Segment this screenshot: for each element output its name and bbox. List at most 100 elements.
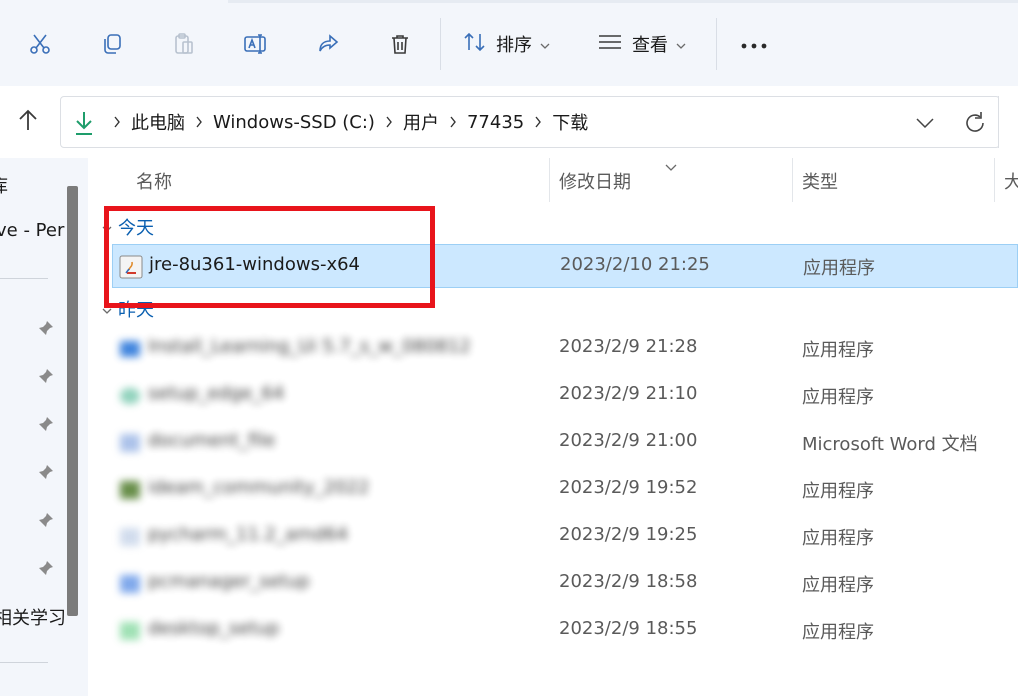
nav-item-onedrive[interactable]: ve - Per [0, 220, 64, 241]
chevron-down-icon [676, 35, 686, 54]
nav-divider [0, 662, 48, 663]
paste-button[interactable] [164, 24, 204, 64]
column-header-type[interactable]: 类型 [802, 168, 838, 194]
delete-button[interactable] [380, 24, 420, 64]
file-row[interactable]: setup_edge_64 2023/2/9 21:10 应用程序 [112, 374, 1018, 418]
installer-icon [118, 337, 142, 361]
sort-icon [462, 30, 488, 58]
sort-indicator-icon [664, 158, 678, 177]
pin-icon [38, 464, 54, 480]
file-name: document_file [148, 430, 276, 451]
installer-icon [118, 619, 142, 643]
installer-icon [118, 478, 142, 502]
breadcrumb-downloads[interactable]: 下载 [552, 109, 588, 135]
installer-icon [118, 384, 142, 408]
breadcrumb: 此电脑 Windows-SSD (C:) 用户 77435 下载 [103, 97, 588, 147]
view-icon [596, 30, 624, 58]
file-type: 应用程序 [802, 528, 874, 549]
breadcrumb-this-pc[interactable]: 此电脑 [131, 109, 185, 135]
nav-item-study[interactable]: 相关学习 [0, 604, 66, 630]
file-row[interactable]: pycharm_11.2_amd64 2023/2/9 19:25 应用程序 [112, 515, 1018, 559]
breadcrumb-drive[interactable]: Windows-SSD (C:) [213, 112, 375, 133]
file-name: pycharm_11.2_amd64 [148, 524, 349, 545]
copy-icon [92, 24, 132, 64]
file-row[interactable]: desktop_setup 2023/2/9 18:55 应用程序 [112, 609, 1018, 653]
more-icon [740, 35, 768, 54]
arrow-up-icon [17, 108, 39, 136]
refresh-icon [961, 112, 989, 141]
file-type: Microsoft Word 文档 [802, 434, 978, 455]
file-name: Install_Learning_Ui 5.7_s_w_080812 [148, 336, 471, 357]
view-button[interactable]: 查看 [596, 24, 686, 64]
file-date: 2023/2/9 19:25 [559, 524, 698, 545]
file-type: 应用程序 [802, 622, 874, 643]
file-name: setup_edge_64 [148, 383, 285, 404]
paste-icon [164, 24, 204, 64]
file-date: 2023/2/9 21:10 [559, 383, 698, 404]
breadcrumb-users[interactable]: 用户 [403, 109, 439, 135]
column-header-name[interactable]: 名称 [136, 168, 172, 194]
pin-icon [38, 320, 54, 336]
sort-label: 排序 [496, 35, 532, 56]
up-button[interactable] [10, 104, 46, 140]
file-date: 2023/2/9 21:28 [559, 336, 698, 357]
share-icon [308, 24, 348, 64]
file-date: 2023/2/9 18:58 [559, 571, 698, 592]
file-date: 2023/2/9 19:52 [559, 477, 698, 498]
file-type: 应用程序 [803, 258, 875, 279]
chevron-right-icon [439, 116, 467, 128]
chevron-down-icon [540, 35, 550, 54]
highlight-box [104, 206, 435, 308]
refresh-button[interactable] [961, 109, 989, 141]
file-date: 2023/2/9 18:55 [559, 618, 698, 639]
chevron-right-icon [375, 116, 403, 128]
address-bar[interactable]: 此电脑 Windows-SSD (C:) 用户 77435 下载 [60, 96, 1000, 148]
pin-icon [38, 512, 54, 528]
pin-icon [38, 416, 54, 432]
chevron-right-icon [524, 116, 552, 128]
share-button[interactable] [308, 24, 348, 64]
file-row[interactable]: pcmanager_setup 2023/2/9 18:58 应用程序 [112, 562, 1018, 606]
column-header-size[interactable]: 大 [1004, 168, 1018, 194]
chevron-right-icon [103, 116, 131, 128]
file-type: 应用程序 [802, 575, 874, 596]
column-divider[interactable] [994, 158, 995, 202]
breadcrumb-user[interactable]: 77435 [467, 112, 524, 133]
column-divider[interactable] [549, 158, 550, 202]
more-options-button[interactable] [734, 24, 774, 64]
sort-button[interactable]: 排序 [462, 24, 550, 64]
command-bar: 排序 查看 [0, 0, 1018, 86]
toolbar-divider [440, 18, 441, 70]
cut-icon [20, 24, 60, 64]
nav-scrollbar[interactable] [67, 186, 78, 616]
file-date: 2023/2/10 21:25 [560, 254, 710, 275]
copy-button[interactable] [92, 24, 132, 64]
delete-icon [380, 24, 420, 64]
address-history-button[interactable] [911, 109, 939, 141]
chevron-right-icon [185, 116, 213, 128]
file-type: 应用程序 [802, 481, 874, 502]
file-name: pcmanager_setup [148, 571, 310, 592]
tab-strip-edge [228, 0, 1018, 3]
rename-icon [236, 24, 276, 64]
column-divider[interactable] [792, 158, 793, 202]
file-row[interactable]: ideam_community_2022 2023/2/9 19:52 应用程序 [112, 468, 1018, 512]
file-type: 应用程序 [802, 340, 874, 361]
chevron-down-icon [911, 118, 939, 141]
file-name: desktop_setup [148, 618, 280, 639]
installer-icon [118, 525, 142, 549]
search-box-edge[interactable] [998, 96, 1018, 148]
rename-button[interactable] [236, 24, 276, 64]
nav-item-library[interactable]: 库 [0, 172, 8, 198]
column-header-date[interactable]: 修改日期 [559, 168, 631, 194]
nav-divider [0, 278, 48, 279]
navigation-pane: 库 ve - Per 相关学习 [0, 158, 88, 696]
toolbar-divider [716, 18, 717, 70]
file-row[interactable]: Install_Learning_Ui 5.7_s_w_080812 2023/… [112, 327, 1018, 371]
pin-icon [38, 560, 54, 576]
file-date: 2023/2/9 21:00 [559, 430, 698, 451]
file-row[interactable]: document_file 2023/2/9 21:00 Microsoft W… [112, 421, 1018, 465]
cut-button[interactable] [20, 24, 60, 64]
file-type: 应用程序 [802, 387, 874, 408]
word-document-icon [118, 431, 142, 455]
